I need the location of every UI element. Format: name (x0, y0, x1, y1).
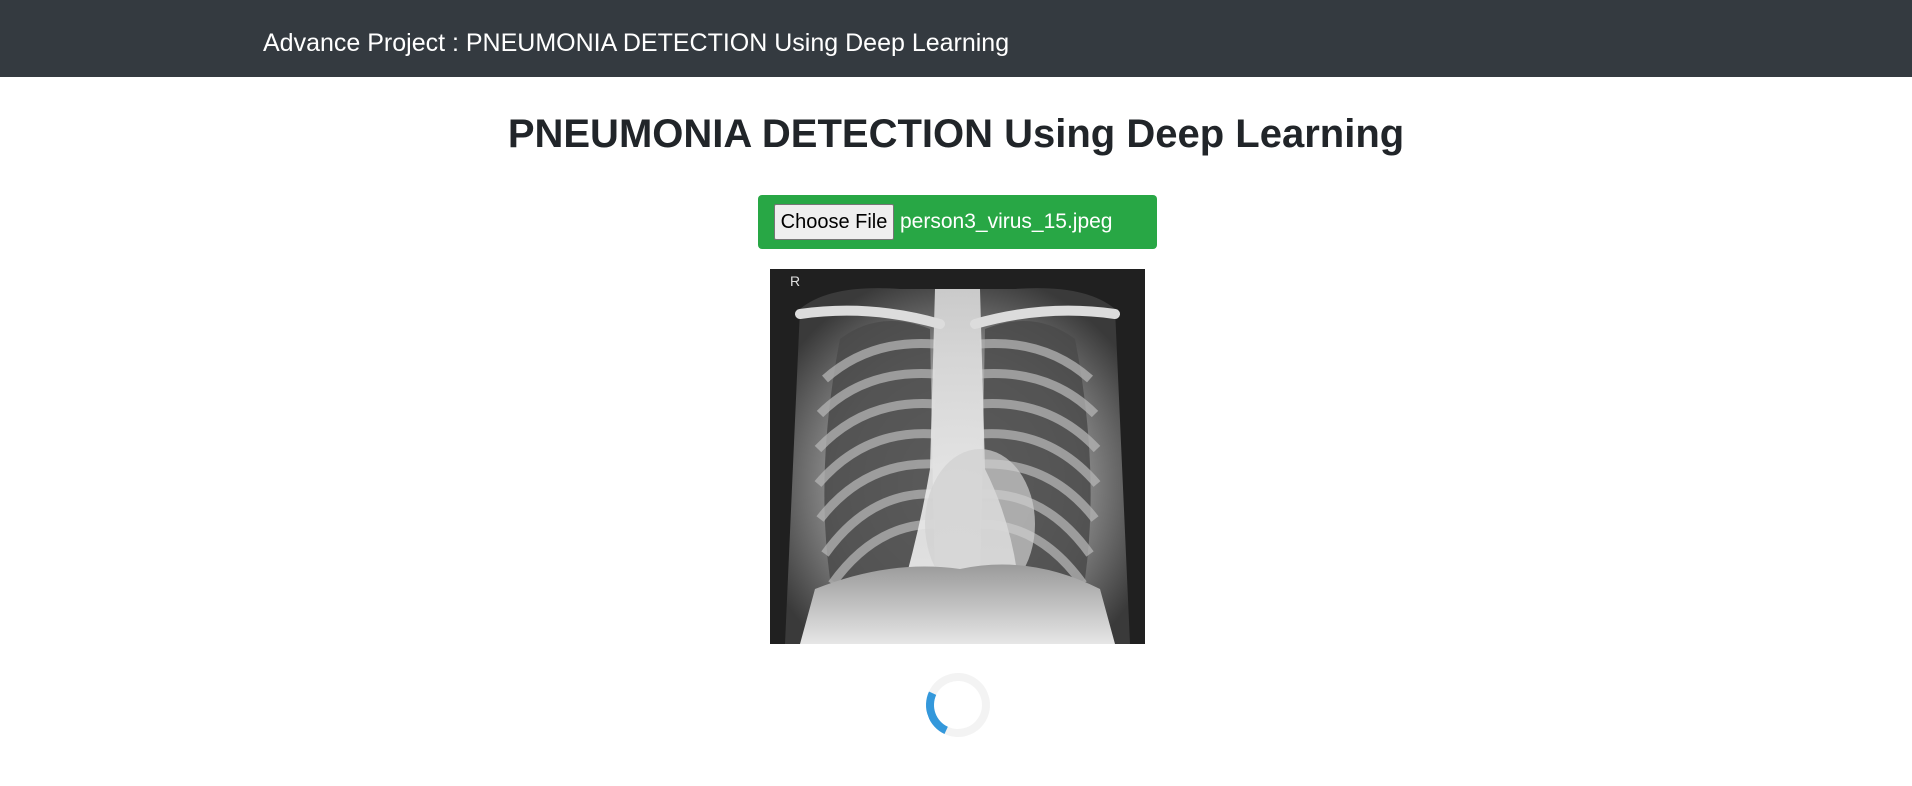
xray-side-marker: R (790, 273, 801, 289)
navbar-brand[interactable]: Advance Project : PNEUMONIA DETECTION Us… (263, 27, 1009, 59)
spinner-icon (916, 663, 1000, 747)
upload-form: Choose File person3_virus_15.jpeg (758, 195, 1157, 249)
chest-xray-image (770, 269, 1145, 644)
xray-image-preview: R (770, 269, 1145, 644)
top-navbar: Advance Project : PNEUMONIA DETECTION Us… (0, 0, 1912, 77)
choose-file-button[interactable]: Choose File (774, 204, 894, 240)
selected-file-name: person3_virus_15.jpeg (900, 210, 1113, 233)
page-title: PNEUMONIA DETECTION Using Deep Learning (507, 112, 1405, 156)
